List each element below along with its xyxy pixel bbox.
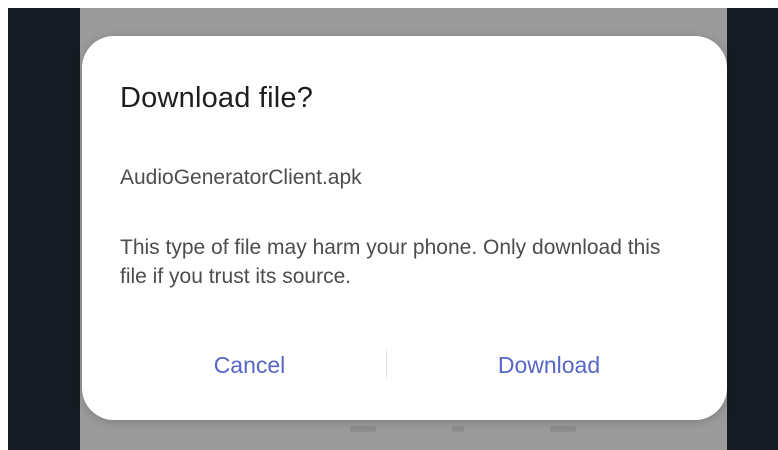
file-name: AudioGeneratorClient.apk [120,166,362,189]
button-divider [386,350,387,378]
background-nav-glyph [550,426,576,432]
download-button[interactable]: Download [404,338,694,392]
background-nav-glyph [452,426,464,432]
dialog-title: Download file? [120,82,314,114]
download-dialog: Download file? AudioGeneratorClient.apk … [82,36,727,420]
background-nav-glyph [350,426,376,432]
warning-message: This type of file may harm your phone. O… [120,236,661,288]
cancel-button[interactable]: Cancel [112,338,387,392]
dialog-actions: Cancel Download [82,338,727,392]
